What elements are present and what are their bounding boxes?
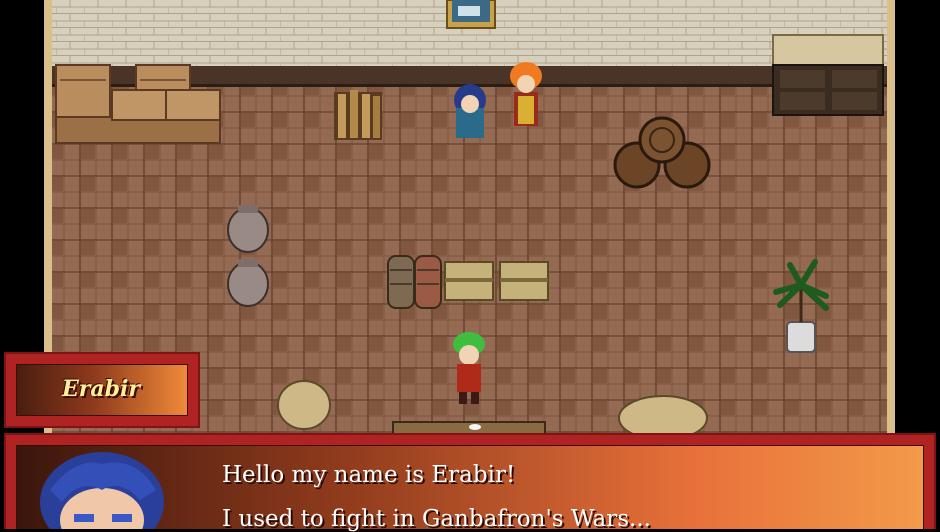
npc-blue-haired-girl[interactable] [454, 84, 486, 138]
speaker-face-portrait [40, 452, 164, 529]
message-line-1: Hello my name is Erabir! [222, 462, 516, 488]
speaker-name-box: Erabir [4, 352, 200, 428]
firewood-pile [334, 90, 382, 140]
npc-orange-haired-man[interactable] [510, 62, 542, 126]
message-line-2: I used to fight in Ganbafron's Wars... [222, 506, 651, 532]
cabinet [772, 34, 884, 116]
speaker-name: Erabir [62, 376, 140, 402]
wall-painting [446, 0, 496, 29]
rolled-mats [387, 255, 442, 309]
